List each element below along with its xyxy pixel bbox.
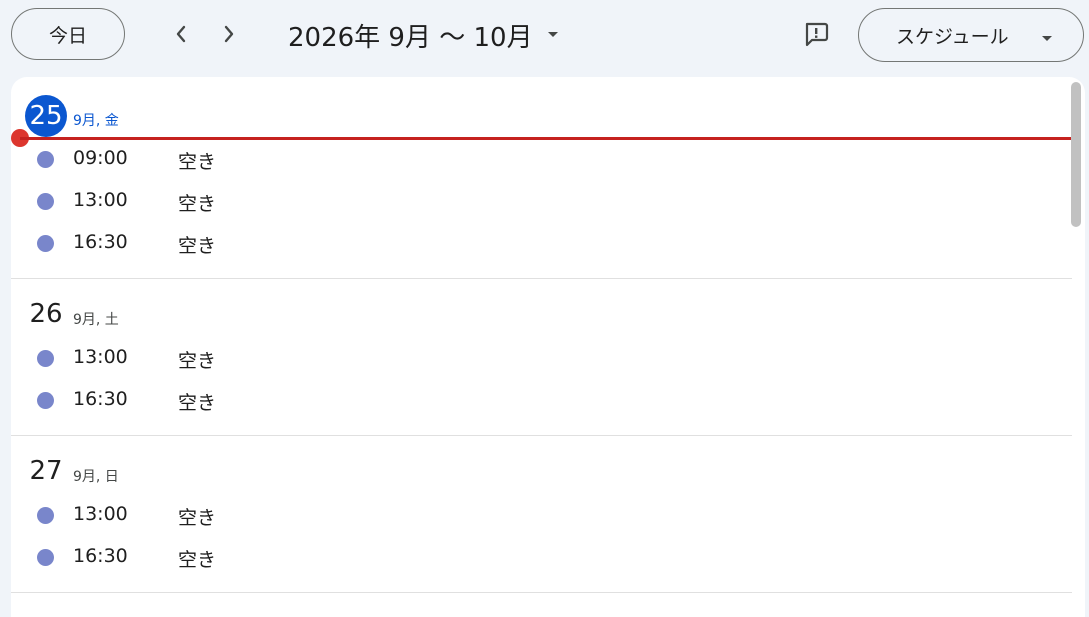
next-period-button[interactable] <box>209 14 249 54</box>
event-item[interactable]: 13:00 空き <box>11 182 1072 222</box>
event-item[interactable]: 13:00 空き <box>11 339 1072 379</box>
day-group: 25 9月, 金 09:00 空き 13:00 空き 16:30 空き <box>11 77 1072 278</box>
date-range-title: 2026年 9月 〜 10月 <box>288 22 533 53</box>
date-subtitle: 9月, 土 <box>73 312 119 328</box>
event-time: 16:30 <box>73 545 128 567</box>
chevron-left-icon <box>176 25 186 43</box>
date-subtitle: 9月, 日 <box>73 469 119 485</box>
event-item[interactable]: 13:00 空き <box>11 496 1072 536</box>
date-number[interactable]: 26 <box>25 293 67 335</box>
event-color-dot <box>37 549 54 566</box>
today-button[interactable]: 今日 <box>11 8 125 60</box>
event-color-dot <box>37 392 54 409</box>
dropdown-arrow-icon <box>1041 26 1053 48</box>
event-color-dot <box>37 507 54 524</box>
event-title: 空き <box>178 549 217 571</box>
event-time: 09:00 <box>73 147 128 169</box>
event-color-dot <box>37 350 54 367</box>
event-color-dot <box>37 193 54 210</box>
view-switcher-label: スケジュール <box>896 25 1009 48</box>
date-subtitle: 9月, 金 <box>73 113 119 129</box>
event-item[interactable]: 09:00 空き <box>11 140 1072 180</box>
event-color-dot <box>37 235 54 252</box>
toolbar: 今日 2026年 9月 〜 10月 スケジュール <box>0 0 1089 72</box>
view-switcher-button[interactable]: スケジュール <box>858 8 1084 62</box>
event-item[interactable]: 16:30 空き <box>11 538 1072 578</box>
event-item[interactable]: 16:30 空き <box>11 381 1072 421</box>
feedback-button[interactable] <box>796 14 836 54</box>
event-time: 16:30 <box>73 388 128 410</box>
scrollbar-thumb[interactable] <box>1071 82 1081 227</box>
event-title: 空き <box>178 350 217 372</box>
schedule-panel: 25 9月, 金 09:00 空き 13:00 空き 16:30 空き 26 9… <box>11 77 1085 617</box>
event-item[interactable]: 16:30 空き <box>11 224 1072 264</box>
day-divider <box>11 592 1072 593</box>
date-number[interactable]: 27 <box>25 450 67 492</box>
chevron-right-icon <box>224 25 234 43</box>
event-title: 空き <box>178 151 217 173</box>
event-color-dot <box>37 151 54 168</box>
event-title: 空き <box>178 235 217 257</box>
day-group: 26 9月, 土 13:00 空き 16:30 空き <box>11 279 1072 435</box>
event-time: 13:00 <box>73 346 128 368</box>
event-time: 13:00 <box>73 503 128 525</box>
event-title: 空き <box>178 507 217 529</box>
feedback-icon <box>805 22 829 47</box>
event-time: 13:00 <box>73 189 128 211</box>
day-group: 27 9月, 日 13:00 空き 16:30 空き <box>11 436 1072 592</box>
event-time: 16:30 <box>73 231 128 253</box>
date-range-picker[interactable]: 2026年 9月 〜 10月 <box>288 14 559 56</box>
event-title: 空き <box>178 392 217 414</box>
prev-period-button[interactable] <box>161 14 201 54</box>
dropdown-arrow-icon <box>547 31 559 39</box>
event-title: 空き <box>178 193 217 215</box>
date-number[interactable]: 25 <box>25 95 67 137</box>
